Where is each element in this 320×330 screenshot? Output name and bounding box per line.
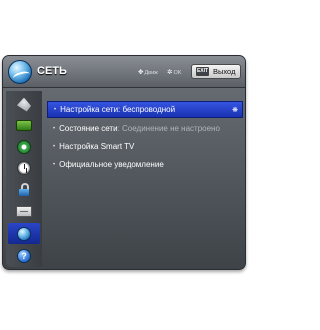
menu-item-network-setting[interactable]: • Настройка сети: беспроводной ❋	[47, 101, 243, 118]
window-header: СЕТЬ ✥Движ ✲OK EXIT Выход	[3, 56, 245, 88]
move-hint-icon: ✥	[138, 69, 144, 76]
menu-panel: • Настройка сети: беспроводной ❋ • Состо…	[45, 91, 244, 267]
bullet: •	[53, 161, 56, 168]
sidebar-item-lock[interactable]	[8, 179, 40, 200]
network-icon	[17, 226, 31, 241]
sidebar-item-input[interactable]	[8, 94, 40, 115]
input-icon	[17, 97, 31, 112]
move-hint-label: Движ	[144, 70, 158, 76]
ok-hint: ✲OK	[167, 68, 181, 76]
network-globe-icon	[8, 60, 32, 84]
sidebar-item-network[interactable]	[8, 223, 40, 244]
sidebar-item-support[interactable]: ?	[8, 245, 40, 266]
menu-item-network-status[interactable]: • Состояние сети : Соединение не настрое…	[47, 120, 243, 137]
picture-icon	[16, 120, 32, 131]
audio-icon	[17, 139, 31, 154]
category-sidebar: ?	[6, 91, 42, 267]
bullet: •	[54, 106, 57, 113]
menu-item-label: Состояние сети	[59, 124, 118, 133]
ok-hint-label: OK	[173, 70, 182, 76]
move-hint: ✥Движ	[138, 68, 158, 76]
menu-item-legal-notice[interactable]: • Официальное уведомление	[47, 156, 243, 173]
menu-item-label: Официальное уведомление	[59, 160, 164, 169]
exit-key-badge: EXIT	[196, 67, 209, 76]
wifi-icon: ❋	[232, 107, 238, 114]
menu-item-label: Настройка Smart TV	[59, 142, 135, 151]
bullet: •	[53, 143, 56, 150]
network-status-value: : Соединение не настроено	[117, 124, 220, 133]
page-title: СЕТЬ	[37, 65, 67, 77]
network-settings-window: СЕТЬ ✥Движ ✲OK EXIT Выход ? • Настройка …	[2, 55, 246, 270]
exit-button[interactable]: EXIT Выход	[191, 64, 241, 79]
clock-icon	[17, 160, 31, 175]
sidebar-item-option[interactable]	[8, 201, 40, 222]
lock-icon	[19, 183, 29, 196]
exit-button-label: Выход	[213, 67, 236, 76]
ok-hint-icon: ✲	[167, 69, 173, 76]
sidebar-item-time[interactable]	[8, 157, 40, 178]
support-icon: ?	[17, 248, 31, 263]
bullet: •	[53, 125, 56, 132]
sidebar-item-audio[interactable]	[8, 136, 40, 157]
option-icon	[16, 206, 32, 217]
sidebar-item-picture[interactable]	[8, 115, 40, 136]
menu-item-smart-tv-setup[interactable]: • Настройка Smart TV	[47, 138, 243, 155]
menu-item-label: Настройка сети: беспроводной	[60, 105, 176, 114]
